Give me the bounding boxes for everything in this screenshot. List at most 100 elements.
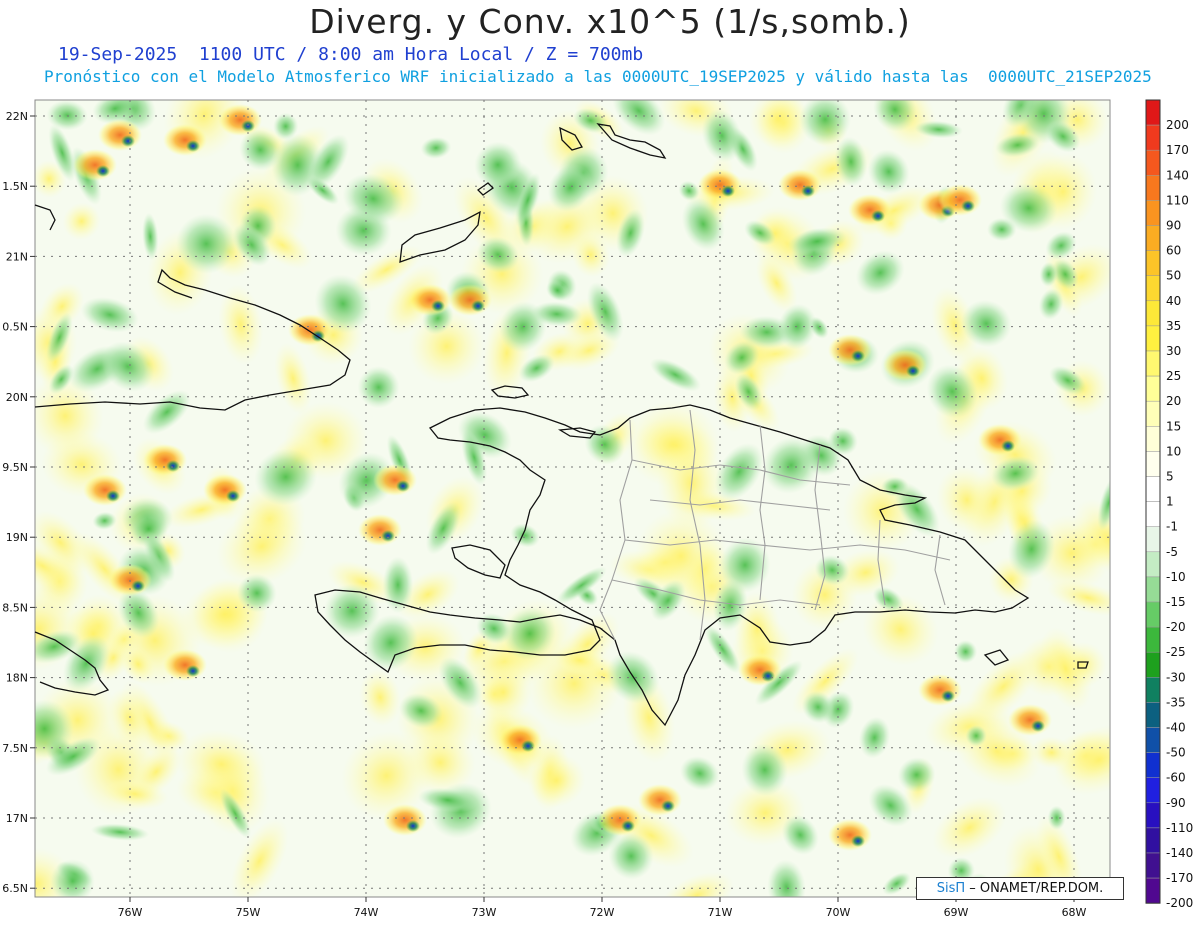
colorbar-swatch — [1145, 250, 1161, 276]
lon-label: 71W — [708, 906, 733, 919]
convergence-cell — [721, 185, 735, 197]
colorbar-label: 20 — [1166, 394, 1181, 408]
colorbar-label: 110 — [1166, 193, 1189, 207]
colorbar-label: -140 — [1166, 846, 1193, 860]
convergence-cell — [906, 365, 920, 377]
convergence-cell — [381, 530, 395, 542]
divergence-cell — [373, 464, 417, 496]
divergence-cell — [883, 349, 927, 381]
lat-label: 21N — [6, 250, 28, 263]
lat-label: 17N — [6, 812, 28, 825]
colorbar-swatch — [1145, 225, 1161, 251]
convergence-cell — [406, 820, 420, 832]
colorbar-label: 25 — [1166, 369, 1181, 383]
divergence-cell — [638, 784, 682, 816]
divergence-cell — [828, 334, 872, 366]
lon-label: 68W — [1062, 906, 1087, 919]
colorbar-swatch — [1145, 275, 1161, 302]
divergence-cell — [408, 284, 452, 316]
colorbar-label: -200 — [1166, 896, 1193, 910]
credit-box: SisΠ – ONAMET/REP.DOM. — [916, 877, 1124, 900]
colorbar-label: 90 — [1166, 219, 1181, 233]
divergence-cell — [163, 649, 207, 681]
convergence-cell — [121, 135, 135, 147]
colorbar-label: 140 — [1166, 168, 1189, 182]
lon-label: 69W — [944, 906, 969, 919]
divergence-cell — [938, 184, 982, 216]
colorbar-swatch — [1145, 426, 1161, 452]
colorbar-label: 1 — [1166, 495, 1174, 509]
convergence-cell — [131, 580, 145, 592]
lat-label: 8.5N — [2, 601, 28, 614]
colorbar-swatch — [1145, 551, 1161, 578]
colorbar-swatch — [1145, 576, 1161, 603]
divergence-cell — [448, 284, 492, 316]
lat-label: 18N — [6, 672, 28, 685]
divergence-cell — [778, 169, 822, 201]
convergence-cell — [1031, 720, 1045, 732]
colorbar-label: -25 — [1166, 645, 1186, 659]
colorbar-swatch — [1145, 325, 1161, 352]
colorbar-swatch — [1145, 476, 1161, 502]
divergence-cell — [218, 104, 262, 136]
divergence-cell — [383, 804, 427, 836]
divergence-cell — [598, 804, 642, 836]
lon-label: 72W — [590, 906, 615, 919]
colorbar-label: 170 — [1166, 143, 1189, 157]
convergence-cell — [851, 350, 865, 362]
colorbar-label: -15 — [1166, 595, 1186, 609]
convergence-cell — [801, 185, 815, 197]
colorbar-swatch — [1145, 702, 1161, 728]
divergence-cell — [498, 724, 542, 756]
colorbar-swatch — [1145, 99, 1161, 126]
colorbar-label: 30 — [1166, 344, 1181, 358]
colorbar-swatch — [1145, 300, 1161, 327]
lon-label: 70W — [826, 906, 851, 919]
colorbar-label: -5 — [1166, 545, 1178, 559]
divergence-cell — [163, 124, 207, 156]
convergence-cell — [1001, 440, 1015, 452]
lon-label: 75W — [236, 906, 261, 919]
colorbar-swatch — [1145, 149, 1161, 176]
latitude-labels: 22N 1.5N 21N 0.5N 20N 9.5N 19N 8.5N 18N 7.5N 17N 6.… — [2, 110, 28, 895]
colorbar-label: 5 — [1166, 470, 1174, 484]
divergence-field — [35, 100, 1110, 897]
lat-label: 7.5N — [2, 742, 28, 755]
credit-text: – ONAMET/REP.DOM. — [969, 881, 1104, 896]
valid-time-subtitle: 19-Sep-2025 1100 UTC / 8:00 am Hora Loca… — [58, 44, 644, 65]
colorbar-label: -1 — [1166, 520, 1178, 534]
convergence-cell — [661, 800, 675, 812]
convergence-cell — [471, 300, 485, 312]
convergence-cell — [961, 200, 975, 212]
convergence-cell — [226, 490, 240, 502]
colorbar: 200 170 140 110 90 60 50 40 35 30 25 20 15 10 5 1 -1 -5 -1… — [1145, 99, 1193, 910]
colorbar-swatch — [1145, 651, 1161, 678]
colorbar-swatch — [1145, 877, 1161, 904]
convergence-cell — [851, 835, 865, 847]
model-info-subtitle: Pronóstico con el Modelo Atmosferico WRF… — [44, 67, 1152, 86]
divergence-cell — [848, 194, 892, 226]
convergence-cell — [521, 740, 535, 752]
lat-label: 22N — [6, 110, 28, 123]
colorbar-swatch — [1145, 727, 1161, 753]
lon-label: 76W — [118, 906, 143, 919]
lat-label: 6.5N — [2, 882, 28, 895]
colorbar-swatch — [1145, 601, 1161, 628]
convergence-cell — [396, 480, 410, 492]
convergence-cell — [431, 300, 445, 312]
colorbar-label: -30 — [1166, 670, 1186, 684]
colorbar-label: -40 — [1166, 721, 1186, 735]
convergence-cell — [186, 665, 200, 677]
lat-label: 9.5N — [2, 461, 28, 474]
divergence-cell — [738, 654, 782, 686]
colorbar-swatch — [1145, 200, 1161, 226]
colorbar-swatch — [1145, 526, 1161, 553]
colorbar-label: 200 — [1166, 118, 1189, 132]
convergence-cell — [941, 690, 955, 702]
divergence-cell — [918, 674, 962, 706]
convergence-cell — [186, 140, 200, 152]
colorbar-label: -35 — [1166, 695, 1186, 709]
colorbar-swatch — [1145, 827, 1161, 854]
lon-label: 74W — [354, 906, 379, 919]
convergence-patch — [382, 556, 414, 614]
